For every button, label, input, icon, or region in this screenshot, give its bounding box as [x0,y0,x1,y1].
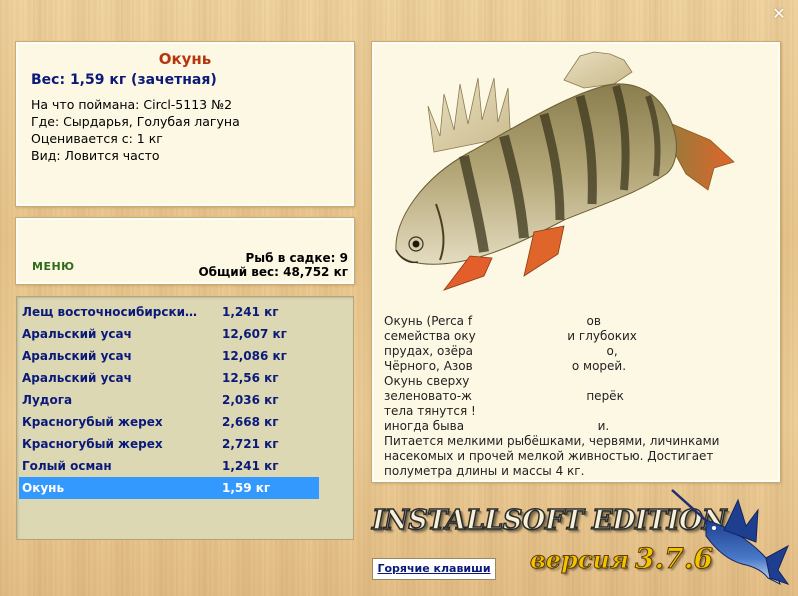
menu-stats-panel: МЕНЮ Рыб в садке: 9 Общий вес: 48,752 кг [15,217,355,285]
fish-image [395,51,735,291]
catch-list-item[interactable]: Аральский усач 12,086 кг [19,345,319,367]
fish-description: Окунь (Perca f ов семейства оку и глубок… [384,314,720,478]
total-weight: Общий вес: 48,752 кг [198,265,348,279]
catch-fish-name: Лудога [22,393,73,407]
marlin-logo-icon [671,489,790,585]
close-button[interactable]: ✕ [770,5,788,23]
catch-fish-name: Голый осман [22,459,112,473]
catch-fish-weight: 12,086 кг [222,349,287,363]
catch-list-item[interactable]: Лудога 2,036 кг [19,389,319,411]
fish-in-net-count: Рыб в садке: 9 [245,251,349,265]
catch-list-item[interactable]: Красногубый жерех 2,668 кг [19,411,319,433]
catch-fish-weight: 2,036 кг [222,393,279,407]
catch-fish-name: Аральский усач [22,371,132,385]
catch-list-item[interactable]: Голый осман 1,241 кг [19,455,319,477]
fish-detail-panel: Окунь (Perca f ов семейства оку и глубок… [371,41,781,483]
info-location: Где: Сырдарья, Голубая лагуна [31,114,240,129]
catch-fish-weight: 1,241 кг [222,459,279,473]
catch-fish-name: Окунь [22,481,65,495]
catch-fish-name: Лещ восточносибирски… [22,305,198,319]
fish-info-panel: Окунь Вес: 1,59 кг (зачетная) На что пой… [15,41,355,207]
hotkeys-button[interactable]: Горячие клавиши [372,558,496,580]
catch-list-item[interactable]: Лещ восточносибирски… 1,241 кг [19,301,319,323]
info-bait: На что поймана: Circl-5113 №2 [31,97,233,112]
catch-fish-weight: 2,668 кг [222,415,279,429]
catch-list-item[interactable]: Окунь 1,59 кг [19,477,319,499]
catch-fish-name: Красногубый жерех [22,437,163,451]
catch-fish-weight: 2,721 кг [222,437,279,451]
catch-list-item[interactable]: Аральский усач 12,607 кг [19,323,319,345]
logo-edition-text: INSTALLSOFT EDITION [371,504,727,537]
catch-list-item[interactable]: Красногубый жерех 2,721 кг [19,433,319,455]
fish-weight: Вес: 1,59 кг (зачетная) [31,72,217,88]
catch-fish-weight: 1,59 кг [222,481,271,495]
catch-fish-weight: 12,56 кг [222,371,279,385]
catch-fish-weight: 12,607 кг [222,327,287,341]
fish-info-list: На что поймана: Circl-5113 №2 Где: Сырда… [31,96,342,164]
catch-fish-weight: 1,241 кг [222,305,279,319]
fish-title: Окунь [158,50,212,68]
catch-list[interactable]: Лещ восточносибирски… 1,241 кг Аральский у… [16,296,354,540]
catch-fish-name: Красногубый жерех [22,415,163,429]
catch-fish-name: Аральский усач [22,349,132,363]
catch-list-item[interactable]: Аральский усач 12,56 кг [19,367,319,389]
catch-fish-name: Аральский усач [22,327,132,341]
info-min-weight: Оценивается с: 1 кг [31,131,163,146]
info-type: Вид: Ловится часто [31,148,160,163]
menu-button[interactable]: МЕНЮ [32,260,75,273]
net-stats: Рыб в садке: 9 Общий вес: 48,752 кг [198,251,348,279]
